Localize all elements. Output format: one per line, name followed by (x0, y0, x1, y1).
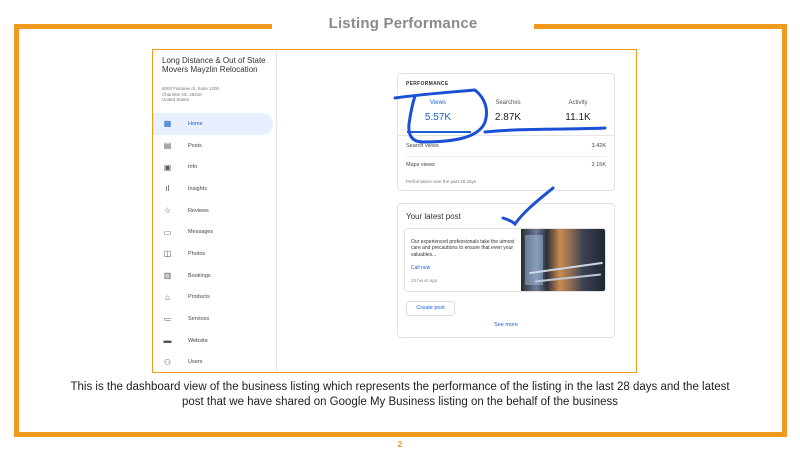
row-value: 3.42K (591, 143, 606, 149)
selected-metric-underline (407, 131, 471, 133)
metric-value: 11.1K (565, 112, 591, 123)
maps-views-row: Maps views 2.15K (406, 162, 606, 174)
metric-value: 2.87K (494, 112, 522, 123)
business-name: Long Distance & Out of State Movers Mayz… (162, 56, 266, 74)
sidebar-item-bookings[interactable]: ▥ Bookings (153, 265, 276, 287)
sidebar-item-website[interactable]: ▬ Website (153, 330, 276, 352)
messages-icon: ▭ (163, 227, 172, 237)
post-timestamp: 23 hours ago (411, 278, 438, 283)
sidebar-item-reviews[interactable]: ☆ Reviews (153, 200, 276, 222)
divider (406, 156, 606, 157)
row-label: Maps views (406, 162, 435, 168)
sidebar-item-posts[interactable]: ▤ Posts (153, 135, 276, 157)
website-icon: ▬ (163, 336, 172, 346)
sidebar-item-services[interactable]: ≔ Services (153, 308, 276, 330)
row-label: Search views (406, 143, 439, 149)
users-icon: ⚇ (163, 357, 172, 367)
posts-icon: ▤ (163, 141, 172, 151)
sidebar-item-label: Website (188, 337, 208, 344)
photos-icon: ◫ (163, 249, 172, 259)
create-post-button[interactable]: Create post (406, 301, 455, 316)
row-value: 2.15K (591, 162, 606, 168)
sidebar-item-label: Home (188, 120, 203, 127)
sidebar-item-insights[interactable]: ıl Insights (153, 178, 276, 200)
info-icon: ▣ (163, 162, 172, 172)
sidebar-item-label: Photos (188, 250, 206, 257)
see-more-link[interactable]: See more (398, 322, 614, 328)
sidebar-item-label: Reviews (188, 207, 209, 214)
views-metric[interactable]: Views 5.57K (403, 100, 473, 123)
latest-post-heading: Your latest post (406, 212, 461, 221)
sidebar-item-label: Products (188, 294, 210, 301)
sidebar-nav: ▦ Home ▤ Posts ▣ Info ıl Insights ☆ Revi… (153, 113, 276, 372)
post-preview[interactable]: Our experienced professionals take the u… (404, 228, 606, 292)
sidebar-item-label: Info (188, 164, 198, 171)
page-number: 2 (397, 440, 403, 449)
insights-icon: ıl (165, 184, 170, 194)
sidebar: Long Distance & Out of State Movers Mayz… (153, 50, 277, 372)
performance-card: PERFORMANCE Views 5.57K Searches 2.87K A… (397, 73, 615, 191)
dashboard-screenshot: Long Distance & Out of State Movers Mayz… (152, 49, 637, 373)
services-icon: ≔ (163, 314, 172, 324)
image-railing (535, 273, 601, 283)
divider (398, 135, 614, 136)
sidebar-item-label: Posts (188, 142, 202, 149)
sidebar-item-label: Messages (188, 229, 214, 236)
sidebar-item-users[interactable]: ⚇ Users (153, 352, 276, 372)
home-icon: ▦ (163, 119, 172, 129)
sidebar-item-info[interactable]: ▣ Info (153, 156, 276, 178)
products-icon: ⌂ (165, 292, 170, 302)
slide-caption: This is the dashboard view of the busine… (70, 381, 730, 408)
sidebar-item-label: Bookings (188, 272, 211, 279)
activity-metric[interactable]: Activity 11.1K (543, 100, 613, 123)
latest-post-card: Your latest post Our experienced profess… (397, 203, 615, 338)
bookings-icon: ▥ (163, 271, 172, 281)
metric-label: Searches (495, 100, 521, 106)
slide-title: Listing Performance (328, 15, 478, 32)
sidebar-item-label: Insights (188, 185, 207, 192)
sidebar-item-label: Users (188, 359, 203, 366)
metric-label: Views (430, 100, 446, 106)
performance-note: Performance over the past 28 days (406, 179, 477, 184)
metric-value: 5.57K (424, 112, 452, 123)
search-views-row: Search views 3.42K (406, 143, 606, 155)
sidebar-item-photos[interactable]: ◫ Photos (153, 243, 276, 265)
metric-label: Activity (568, 100, 588, 106)
image-window (525, 235, 543, 285)
searches-metric[interactable]: Searches 2.87K (473, 100, 543, 123)
sidebar-item-home[interactable]: ▦ Home (153, 113, 273, 135)
reviews-icon: ☆ (163, 206, 172, 216)
post-image (521, 229, 605, 291)
post-text: Our experienced professionals take the u… (411, 239, 515, 258)
call-now-link[interactable]: Call now (411, 265, 430, 271)
sidebar-item-messages[interactable]: ▭ Messages (153, 221, 276, 243)
sidebar-item-label: Services (188, 316, 210, 323)
address-line-3: United States (162, 97, 190, 102)
sidebar-item-products[interactable]: ⌂ Products (153, 287, 276, 309)
performance-heading: PERFORMANCE (406, 81, 449, 87)
business-address: 6000 Fairview dr, Suite 1200 Charlotte N… (162, 86, 274, 103)
